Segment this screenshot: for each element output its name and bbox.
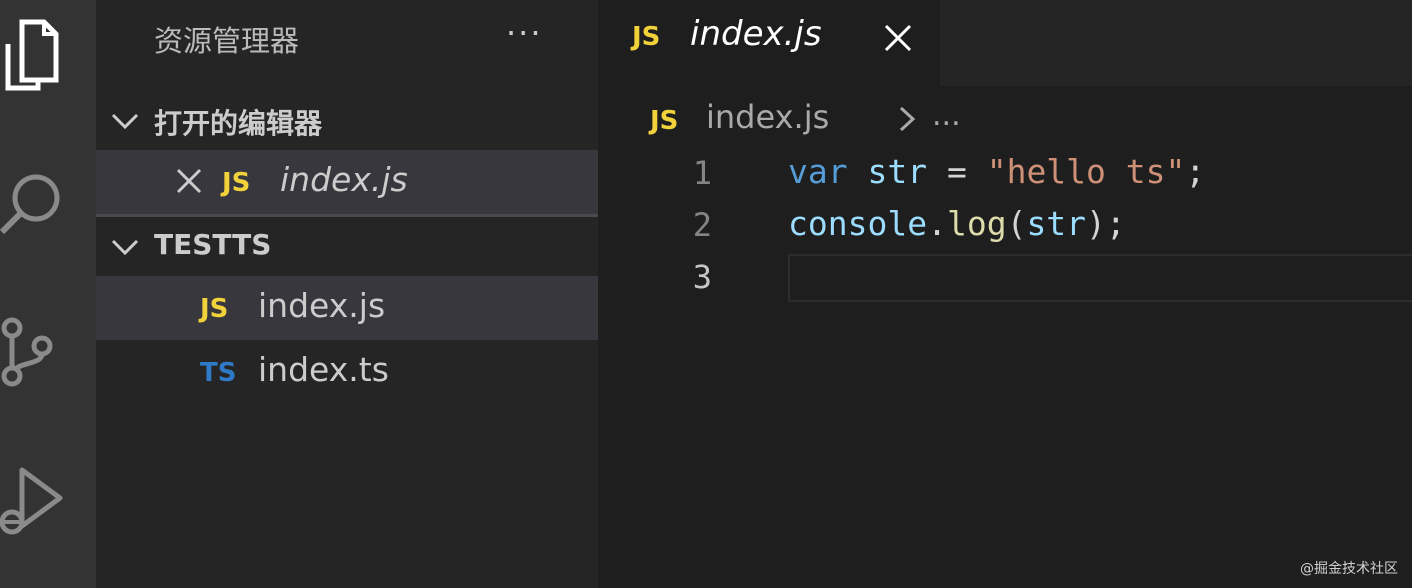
line-number: 1 bbox=[692, 154, 712, 192]
code-keyword: var bbox=[788, 152, 848, 191]
chevron-right-icon bbox=[899, 106, 916, 132]
current-line-highlight bbox=[788, 254, 1412, 302]
files-icon[interactable] bbox=[0, 14, 70, 94]
close-icon[interactable] bbox=[176, 168, 202, 194]
open-editors-label: 打开的编辑器 bbox=[154, 107, 323, 140]
file-tree-item[interactable]: JS index.js bbox=[96, 276, 598, 340]
watermark: @掘金技术社区 bbox=[1300, 561, 1398, 577]
code-function: log bbox=[946, 204, 1007, 243]
folder-label: TESTTS bbox=[154, 228, 272, 261]
open-editors-section-header[interactable]: 打开的编辑器 bbox=[96, 90, 598, 150]
js-file-icon: JS bbox=[632, 22, 661, 52]
code-punctuation: ; bbox=[1185, 152, 1206, 191]
file-tree-item[interactable]: TS index.ts bbox=[96, 340, 598, 404]
js-file-icon: JS bbox=[200, 294, 229, 324]
code-punctuation: ( bbox=[1006, 204, 1027, 243]
more-actions-button[interactable]: ··· bbox=[506, 14, 543, 52]
run-debug-icon[interactable] bbox=[0, 460, 70, 550]
editor-area: JS index.js JS index.js ... 1 2 3 var st… bbox=[598, 0, 1412, 588]
search-icon[interactable] bbox=[0, 160, 70, 240]
tab-title: index.js bbox=[690, 14, 822, 54]
chevron-down-icon bbox=[111, 239, 139, 256]
ts-file-icon: TS bbox=[200, 358, 237, 388]
breadcrumb-more[interactable]: ... bbox=[932, 98, 961, 133]
folder-section-header[interactable]: TESTTS bbox=[96, 216, 598, 276]
code-line[interactable]: var str = "hello ts"; bbox=[788, 152, 1205, 191]
file-name: index.js bbox=[258, 286, 386, 325]
explorer-sidebar: 资源管理器 ··· 打开的编辑器 JS index.js TESTTS JS i… bbox=[96, 0, 598, 588]
code-punctuation: . bbox=[927, 204, 947, 243]
chevron-down-icon bbox=[111, 113, 139, 130]
open-editor-item[interactable]: JS index.js bbox=[96, 150, 598, 217]
code-object: console bbox=[788, 204, 928, 243]
activity-bar bbox=[0, 0, 96, 588]
close-icon[interactable] bbox=[884, 24, 912, 52]
code-string: "hello ts" bbox=[986, 152, 1186, 191]
code-line[interactable]: console.log(str); bbox=[788, 204, 1126, 243]
code-operator: = bbox=[927, 152, 987, 191]
tab-bar: JS index.js bbox=[598, 0, 1412, 86]
file-name: index.ts bbox=[258, 350, 389, 389]
js-file-icon: JS bbox=[650, 106, 679, 136]
code-variable: str bbox=[867, 152, 928, 191]
js-file-icon: JS bbox=[222, 168, 251, 198]
code-variable: str bbox=[1026, 204, 1087, 243]
open-editor-file-name: index.js bbox=[280, 160, 408, 199]
tab-index-js[interactable]: JS index.js bbox=[598, 0, 940, 86]
explorer-title: 资源管理器 bbox=[154, 24, 300, 58]
line-number: 2 bbox=[692, 206, 712, 244]
source-control-icon[interactable] bbox=[0, 312, 70, 392]
line-number: 3 bbox=[692, 258, 712, 296]
code-punctuation: ); bbox=[1086, 204, 1126, 243]
breadcrumb-file[interactable]: index.js bbox=[706, 98, 829, 136]
